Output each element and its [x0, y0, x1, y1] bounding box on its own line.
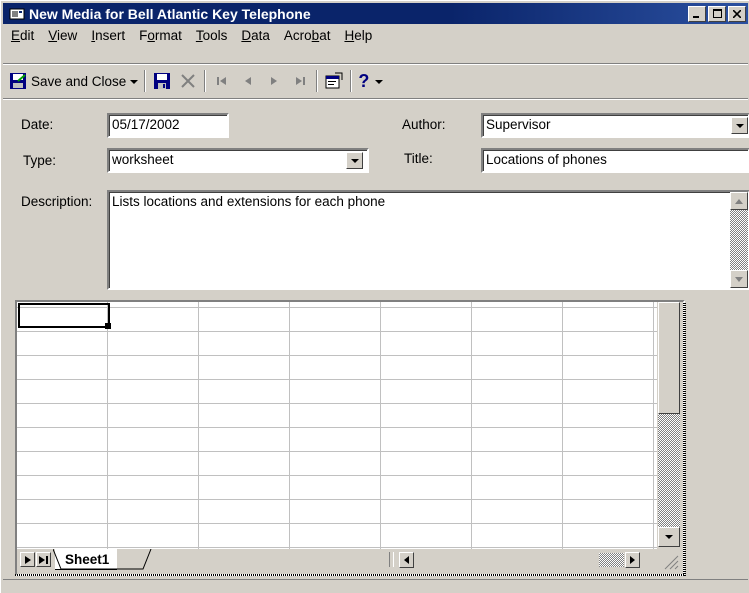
tab-scroll-next-button[interactable]: [20, 552, 35, 567]
date-label: Date:: [21, 117, 54, 132]
close-button[interactable]: [728, 5, 746, 22]
scroll-thumb[interactable]: [658, 302, 680, 414]
save-close-icon: [8, 71, 28, 91]
properties-icon: [324, 71, 344, 91]
date-field[interactable]: 05/17/2002: [107, 113, 229, 138]
author-label: Author:: [402, 117, 446, 132]
sheet-right-edge: [683, 302, 686, 576]
save-and-close-button[interactable]: Save and Close: [5, 69, 141, 93]
first-record-icon: [212, 71, 232, 91]
menu-view[interactable]: View: [40, 28, 83, 43]
title-bar[interactable]: New Media for Bell Atlantic Key Telephon…: [3, 3, 748, 24]
menu-data[interactable]: Data: [233, 28, 276, 43]
toolbar: Save and Close ?: [5, 67, 386, 95]
worksheet-vertical-scrollbar[interactable]: [658, 302, 680, 549]
help-button[interactable]: ?: [355, 69, 386, 93]
description-field[interactable]: Lists locations and extensions for each …: [107, 190, 749, 290]
toolbar-divider: [3, 63, 748, 65]
description-label: Description:: [21, 194, 93, 209]
author-dropdown-button[interactable]: [731, 117, 748, 134]
worksheet-container: Sheet1: [15, 300, 685, 576]
scroll-up-icon: [735, 198, 743, 204]
media-window: New Media for Bell Atlantic Key Telephon…: [0, 0, 749, 593]
type-label: Type:: [23, 153, 57, 168]
last-record-icon: [290, 71, 310, 91]
form-divider: [3, 98, 748, 100]
play-right-icon: [24, 555, 31, 564]
sheet-tabs-bar: Sheet1: [17, 549, 681, 573]
properties-button[interactable]: [321, 69, 347, 93]
scroll-down-button[interactable]: [730, 270, 748, 288]
right-panel: [687, 300, 748, 576]
tab-split-bar[interactable]: [389, 552, 394, 567]
scroll-left-button[interactable]: [399, 552, 414, 568]
menu-edit[interactable]: Edit: [3, 28, 40, 43]
last-tab-icon: [39, 555, 48, 564]
scroll-up-button[interactable]: [730, 192, 748, 210]
chevron-down-icon: [665, 535, 673, 539]
resize-grip-icon[interactable]: [661, 552, 679, 570]
next-record-button[interactable]: [261, 69, 287, 93]
app-icon: [9, 7, 25, 21]
scroll-down-icon: [735, 276, 743, 282]
active-cell[interactable]: [18, 303, 110, 328]
dropdown-arrow-icon[interactable]: [130, 74, 139, 89]
menu-insert[interactable]: Insert: [83, 28, 131, 43]
toolbar-separator: [204, 70, 207, 92]
menu-tools[interactable]: Tools: [188, 28, 234, 43]
menu-acrobat[interactable]: Acrobat: [276, 28, 337, 43]
type-dropdown-button[interactable]: [346, 152, 363, 169]
scroll-right-icon: [630, 556, 635, 564]
toolbar-separator: [350, 70, 353, 92]
delete-button[interactable]: [175, 69, 201, 93]
save-and-close-label: Save and Close: [31, 73, 127, 89]
tab-outline: [53, 549, 152, 570]
window-title: New Media for Bell Atlantic Key Telephon…: [29, 5, 311, 22]
type-select[interactable]: worksheet: [107, 148, 369, 173]
status-bar: [3, 579, 748, 593]
menu-help[interactable]: Help: [336, 28, 378, 43]
previous-record-button[interactable]: [235, 69, 261, 93]
title-field[interactable]: Locations of phones: [481, 148, 749, 173]
worksheet-horizontal-scrollbar[interactable]: [399, 552, 659, 569]
delete-x-icon: [178, 71, 198, 91]
previous-arrow-icon: [238, 71, 258, 91]
worksheet-grid[interactable]: [17, 302, 657, 549]
description-scrollbar[interactable]: [730, 192, 748, 288]
next-arrow-icon: [264, 71, 284, 91]
scroll-left-icon: [404, 556, 409, 564]
scroll-track[interactable]: [658, 414, 680, 527]
chevron-down-icon: [350, 158, 359, 163]
type-value: worksheet: [112, 152, 174, 167]
menu-format[interactable]: Format: [131, 28, 188, 43]
scroll-right-button[interactable]: [625, 552, 640, 568]
author-value: Supervisor: [486, 117, 551, 132]
help-dropdown-arrow-icon[interactable]: [375, 74, 384, 89]
minimize-button[interactable]: [688, 5, 706, 22]
first-record-button[interactable]: [209, 69, 235, 93]
help-question-icon: ?: [358, 70, 370, 91]
sheet-bottom-edge: [15, 574, 685, 576]
description-value: Lists locations and extensions for each …: [112, 194, 386, 209]
scroll-down-button[interactable]: [658, 527, 680, 547]
h-scroll-track[interactable]: [599, 553, 624, 567]
maximize-button[interactable]: [708, 5, 726, 22]
last-record-button[interactable]: [287, 69, 313, 93]
chevron-down-icon: [735, 123, 744, 128]
floppy-disk-icon: [152, 71, 172, 91]
author-select[interactable]: Supervisor: [481, 113, 749, 138]
save-button[interactable]: [149, 69, 175, 93]
menu-bar: Edit View Insert Format Tools Data Acrob…: [3, 25, 378, 46]
fill-handle[interactable]: [105, 323, 111, 329]
toolbar-separator: [144, 70, 147, 92]
title-label: Title:: [404, 151, 433, 166]
toolbar-separator: [316, 70, 319, 92]
tab-scroll-last-button[interactable]: [36, 552, 51, 567]
